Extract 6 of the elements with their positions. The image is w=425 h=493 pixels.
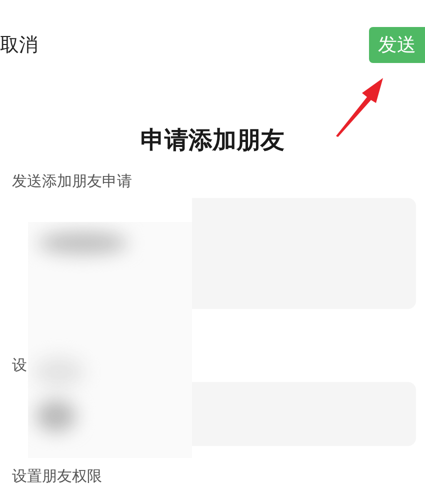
section-label: 设置朋友权限 [12,466,102,486]
page-title: 申请添加朋友 [140,125,286,156]
arrow-annotation [334,77,384,137]
section-label: 发送添加朋友申请 [12,171,132,191]
cancel-link[interactable]: 取消 [0,32,38,58]
section-label: 设 [12,355,27,375]
